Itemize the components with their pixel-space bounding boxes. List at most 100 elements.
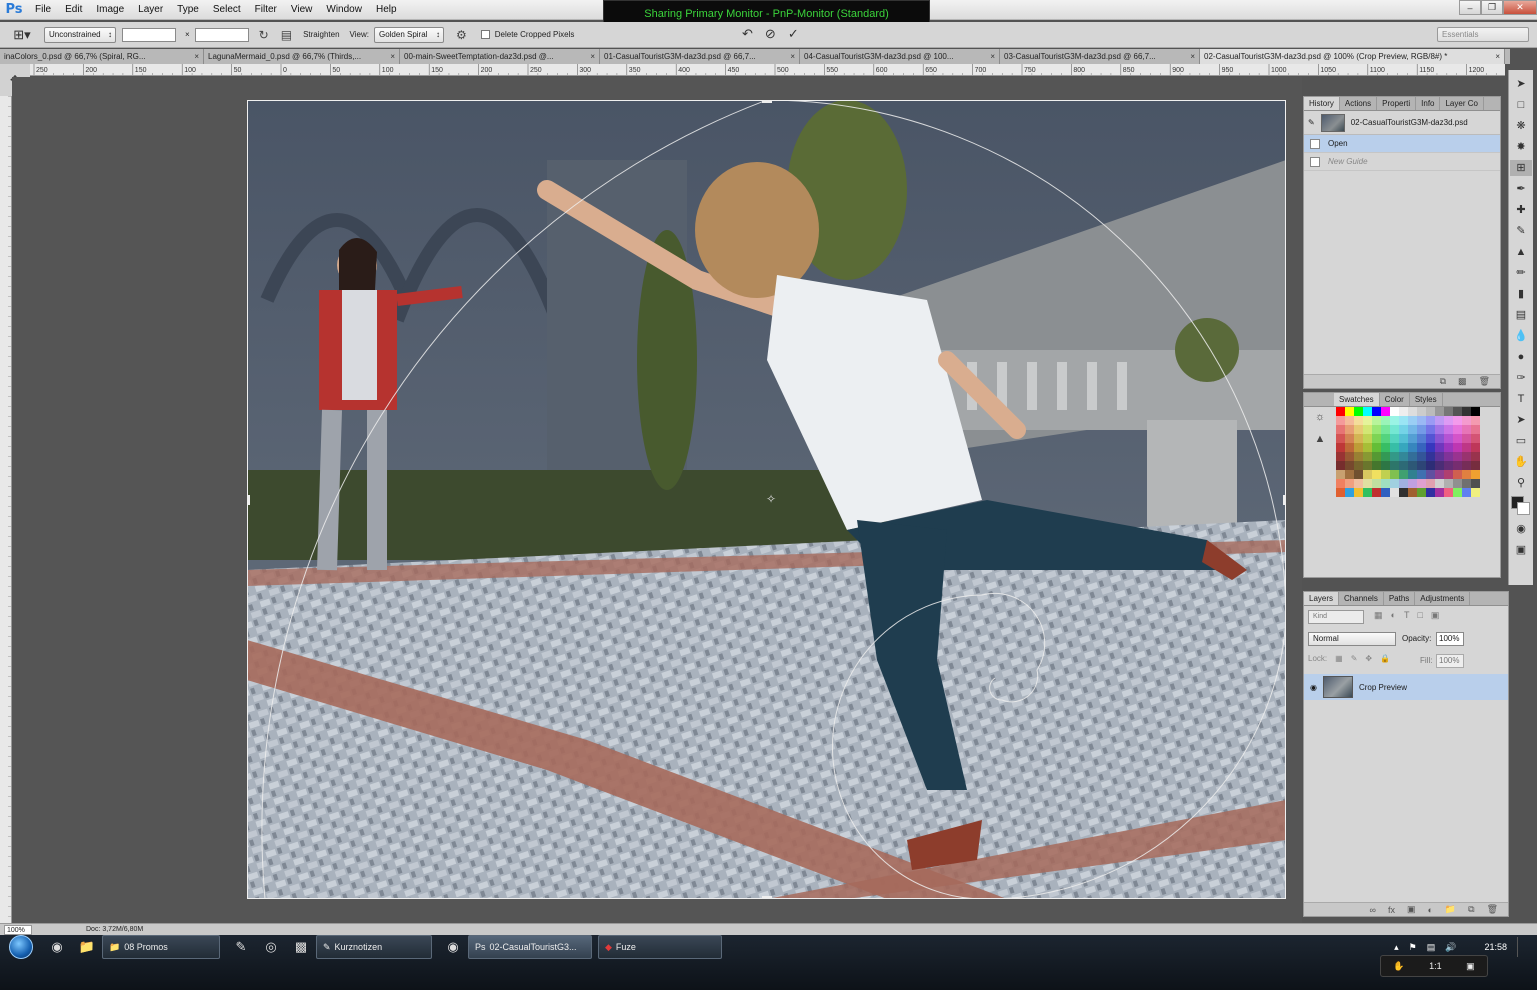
smart-filter-icon[interactable]: ▣ xyxy=(1431,610,1440,621)
history-brush-tool-icon[interactable]: ✏ xyxy=(1516,265,1525,281)
swatch[interactable] xyxy=(1453,425,1462,434)
swatch[interactable] xyxy=(1372,470,1381,479)
swatch[interactable] xyxy=(1363,470,1372,479)
swatch[interactable] xyxy=(1372,443,1381,452)
swatch[interactable] xyxy=(1471,407,1480,416)
overlay-view-select[interactable]: Golden Spiral xyxy=(373,26,444,43)
swatch[interactable] xyxy=(1390,407,1399,416)
swatch[interactable] xyxy=(1444,443,1453,452)
eraser-tool-icon[interactable]: ▮ xyxy=(1518,286,1524,302)
swatch[interactable] xyxy=(1435,416,1444,425)
doc-tab[interactable]: inaColors_0.psd @ 66,7% (Spiral, RG... × xyxy=(0,49,204,64)
mountain-icon[interactable]: ▲ xyxy=(1315,433,1326,445)
swatch[interactable] xyxy=(1471,470,1480,479)
swatch[interactable] xyxy=(1345,452,1354,461)
scale-label[interactable]: 1:1 xyxy=(1429,961,1442,971)
swatch[interactable] xyxy=(1462,479,1471,488)
menu-file[interactable]: File xyxy=(28,0,58,20)
menu-filter[interactable]: Filter xyxy=(248,0,284,20)
paint-icon[interactable]: ✎ xyxy=(226,935,256,959)
type-filter-icon[interactable]: T xyxy=(1404,610,1410,621)
tab-actions[interactable]: Actions xyxy=(1340,97,1378,110)
swatch[interactable] xyxy=(1471,443,1480,452)
menu-layer[interactable]: Layer xyxy=(131,0,170,20)
mask-icon[interactable]: ▣ xyxy=(1407,904,1416,915)
swatch[interactable] xyxy=(1390,479,1399,488)
swatch[interactable] xyxy=(1435,470,1444,479)
minimize-icon[interactable]: – xyxy=(1459,0,1481,15)
swatch[interactable] xyxy=(1372,452,1381,461)
monitor-icon[interactable]: ▩ xyxy=(286,935,316,959)
swatch[interactable] xyxy=(1444,425,1453,434)
swatch[interactable] xyxy=(1363,425,1372,434)
swatch[interactable] xyxy=(1417,452,1426,461)
history-state[interactable]: Open xyxy=(1304,135,1500,153)
swap-dimensions-icon[interactable]: × xyxy=(185,30,190,39)
swatch[interactable] xyxy=(1363,434,1372,443)
swatch[interactable] xyxy=(1462,488,1471,497)
doc-tab[interactable]: 03-CasualTouristG3M-daz3d.psd @ 66,7... × xyxy=(1000,49,1200,64)
doc-tab[interactable]: 01-CasualTouristG3M-daz3d.psd @ 66,7... × xyxy=(600,49,800,64)
swatch[interactable] xyxy=(1336,407,1345,416)
swatch[interactable] xyxy=(1453,470,1462,479)
swatch[interactable] xyxy=(1435,434,1444,443)
close-icon[interactable]: × xyxy=(590,49,595,64)
swatch[interactable] xyxy=(1417,488,1426,497)
swatch[interactable] xyxy=(1381,425,1390,434)
history-state[interactable]: New Guide xyxy=(1304,153,1500,171)
swatch[interactable] xyxy=(1435,461,1444,470)
swatch[interactable] xyxy=(1390,434,1399,443)
swatch[interactable] xyxy=(1453,407,1462,416)
swatch[interactable] xyxy=(1381,452,1390,461)
swatch[interactable] xyxy=(1462,452,1471,461)
straighten-label[interactable]: Straighten xyxy=(303,30,339,39)
tab-styles[interactable]: Styles xyxy=(1410,393,1443,406)
move-tool-icon[interactable]: ➤ xyxy=(1516,76,1525,92)
commit-icon[interactable]: ✓ xyxy=(788,26,799,42)
delete-cropped-checkbox[interactable] xyxy=(480,30,490,39)
layer-kind-filter[interactable]: Kind xyxy=(1308,610,1364,624)
swatch[interactable] xyxy=(1435,425,1444,434)
fill-field[interactable]: 100% xyxy=(1436,654,1464,668)
menu-view[interactable]: View xyxy=(284,0,320,20)
tab-color[interactable]: Color xyxy=(1380,393,1410,406)
swatch[interactable] xyxy=(1381,488,1390,497)
swatch[interactable] xyxy=(1471,479,1480,488)
color-swatches[interactable] xyxy=(1511,496,1531,516)
zoom-tool-icon[interactable]: ⚲ xyxy=(1517,475,1525,491)
layer-row[interactable]: ◉ Crop Preview xyxy=(1304,674,1508,700)
crop-tool-preset-icon[interactable]: ⊞▾ xyxy=(0,24,44,46)
close-icon[interactable]: × xyxy=(990,49,995,64)
screen-mode-icon[interactable]: ▣ xyxy=(1516,542,1526,558)
swatch[interactable] xyxy=(1408,470,1417,479)
shape-tool-icon[interactable]: ▭ xyxy=(1516,433,1526,449)
path-select-tool-icon[interactable]: ➤ xyxy=(1516,412,1525,428)
swatch[interactable] xyxy=(1381,434,1390,443)
swatch[interactable] xyxy=(1345,470,1354,479)
swatch[interactable] xyxy=(1399,434,1408,443)
swatch[interactable] xyxy=(1462,416,1471,425)
swatch[interactable] xyxy=(1372,407,1381,416)
clock[interactable]: 21:58 xyxy=(1484,942,1507,952)
adjustment-filter-icon[interactable]: ◐ xyxy=(1391,610,1396,621)
close-icon[interactable]: × xyxy=(790,49,795,64)
swatch[interactable] xyxy=(1345,407,1354,416)
swatch[interactable] xyxy=(1444,434,1453,443)
swatch[interactable] xyxy=(1345,443,1354,452)
swatch[interactable] xyxy=(1399,416,1408,425)
tab-layers[interactable]: Layers xyxy=(1304,592,1340,605)
swatch[interactable] xyxy=(1408,407,1417,416)
workspace-switcher[interactable]: Essentials xyxy=(1437,27,1529,42)
swatch[interactable] xyxy=(1471,434,1480,443)
swatch[interactable] xyxy=(1381,479,1390,488)
crop-height-field[interactable] xyxy=(194,27,249,42)
tab-properties[interactable]: Properti xyxy=(1377,97,1417,110)
close-icon[interactable]: × xyxy=(1190,49,1195,64)
swatch[interactable] xyxy=(1345,461,1354,470)
browser-icon[interactable]: ◉ xyxy=(42,935,72,959)
swatch[interactable] xyxy=(1426,470,1435,479)
swatch[interactable] xyxy=(1408,443,1417,452)
quick-select-tool-icon[interactable]: ✸ xyxy=(1516,139,1525,155)
stamp-tool-icon[interactable]: ▲ xyxy=(1516,244,1527,260)
volume-icon[interactable]: 🔊 xyxy=(1445,942,1456,953)
